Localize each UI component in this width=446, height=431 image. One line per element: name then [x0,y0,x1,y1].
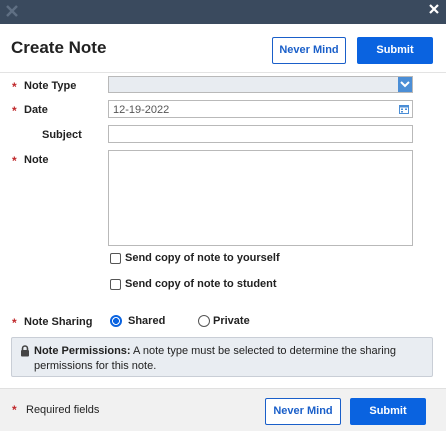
permissions-text: Note Permissions: A note type must be se… [34,344,429,374]
copy-self-checkbox[interactable] [110,253,121,264]
note-type-label: Note Type [24,80,77,92]
permissions-title: Note Permissions: [34,345,131,357]
date-label: Date [24,104,48,116]
subject-label: Subject [42,129,82,141]
required-marker: * [12,80,17,94]
note-sharing-label: Note Sharing [24,316,93,328]
required-marker: * [12,104,17,118]
lock-icon [21,345,29,357]
note-type-select[interactable] [108,76,413,93]
required-marker: * [12,154,17,168]
never-mind-button-top[interactable]: Never Mind [272,37,346,64]
never-mind-button[interactable]: Never Mind [265,398,341,425]
app-logo-icon [6,5,18,17]
dialog-title: Create Note [11,38,107,57]
permissions-notice: Note Permissions: A note type must be se… [11,337,433,377]
header-divider [0,72,446,73]
shared-radio[interactable] [110,315,122,327]
date-input[interactable]: 12-19-2022 [108,100,413,118]
date-value: 12-19-2022 [113,104,170,116]
private-radio-label[interactable]: Private [213,315,250,327]
shared-radio-label[interactable]: Shared [128,315,165,327]
submit-button[interactable]: Submit [350,398,426,425]
calendar-icon[interactable] [398,103,410,115]
required-marker: * [12,403,17,417]
required-marker: * [12,316,17,330]
copy-student-label[interactable]: Send copy of note to student [125,278,277,290]
note-label: Note [24,154,49,166]
copy-student-checkbox[interactable] [110,279,121,290]
submit-button-top[interactable]: Submit [357,37,433,64]
private-radio[interactable] [198,315,210,327]
required-fields-note: Required fields [26,404,100,416]
dialog-header: Create Note Never Mind Submit [0,24,446,74]
chevron-down-icon[interactable] [398,77,412,92]
subject-input[interactable] [108,125,413,143]
title-bar [0,0,446,24]
copy-self-label[interactable]: Send copy of note to yourself [125,252,280,264]
close-icon[interactable] [428,3,440,15]
note-textarea[interactable] [108,150,413,246]
dialog-footer: * Required fields Never Mind Submit [0,388,446,431]
